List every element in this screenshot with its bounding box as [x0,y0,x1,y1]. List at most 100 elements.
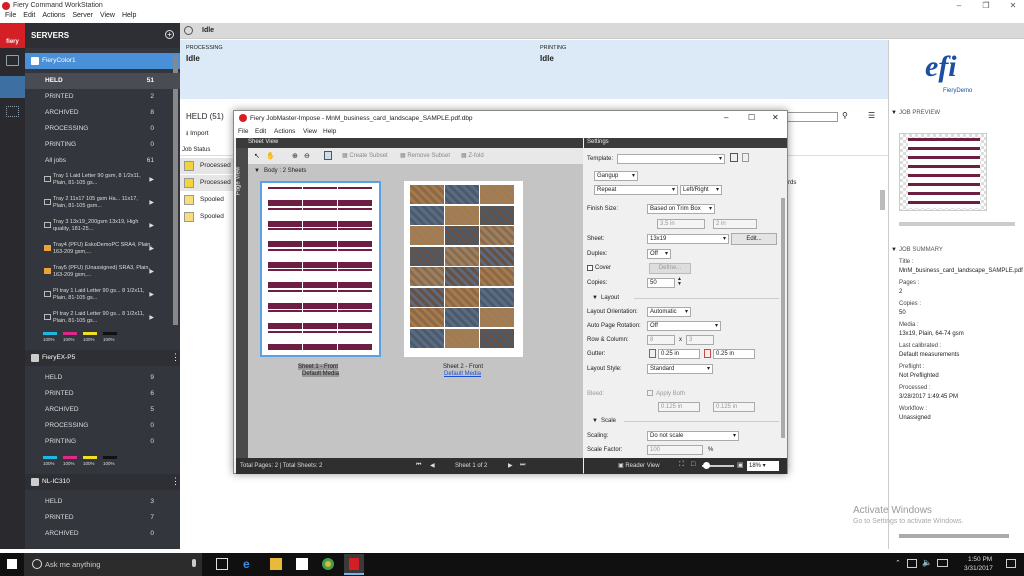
queue-archived[interactable]: ARCHIVED 5 [25,402,180,418]
volume-icon[interactable]: 🔈 [922,558,932,567]
hand-tool-icon[interactable]: ✋ [266,152,275,160]
leftright-select[interactable]: Left/Right [680,185,722,195]
keyboard-icon[interactable] [937,559,948,567]
last-sheet-button[interactable]: ⏭ [520,462,525,469]
zoom-select[interactable]: 18% ▾ [747,461,779,471]
zoom-slider-thumb[interactable] [703,462,710,469]
scale-toggle-icon[interactable]: ▼ [592,418,598,424]
home-icon[interactable] [6,55,19,66]
chevron-right-icon[interactable]: ▶ [149,199,154,206]
queue-held[interactable]: HELD 51 [25,73,180,89]
chevron-right-icon[interactable]: ▶ [149,314,154,321]
server-nl-ic310[interactable]: NL-IC310 ⋮ [25,474,180,490]
queue-held[interactable]: HELD 9 [25,370,180,386]
zoom-out-icon[interactable]: ⊖ [304,152,310,160]
queue-archived[interactable]: ARCHIVED 0 [25,526,180,542]
store-icon[interactable] [296,558,308,570]
windows-start-icon[interactable] [7,559,17,569]
tray-item[interactable]: Tray5 (PFU) (Unassigned) SRA3, Plain, 16… [25,262,180,284]
queue-held[interactable]: HELD 3 [25,494,180,510]
table-row[interactable]: Spooled [180,192,234,208]
queue-printed[interactable]: PRINTED 7 [25,510,180,526]
settings-scrollbar[interactable] [781,198,785,438]
zfold-button[interactable]: ▦ Z-fold [461,152,484,159]
server-fierycolor1[interactable]: FieryColor1 ⋮ [25,53,180,69]
gutter-h-input[interactable]: 0.25 in [658,349,700,359]
summary-scrollbar[interactable] [899,534,1009,538]
tray-item[interactable]: Tray4 (PFU) EskoDemoPC SRA4, Plain, 163-… [25,239,180,261]
duplex-select[interactable]: Off [647,249,671,259]
list-scrollbar[interactable] [880,190,885,210]
queue-archived[interactable]: ARCHIVED 8 [25,105,180,121]
more-icon[interactable]: ⋮ [171,476,180,487]
clock-date[interactable]: 3/31/2017 [964,565,993,572]
edit-sheet-button[interactable]: Edit... [731,233,777,245]
remove-subset-button[interactable]: ▦ Remove Subset [400,152,450,159]
sheet-select[interactable]: 13x19 [647,234,729,244]
edge-icon[interactable]: e [243,558,255,570]
apps-icon[interactable] [6,106,19,117]
delete-template-icon[interactable] [742,153,749,162]
more-icon[interactable]: ⋮ [171,352,180,363]
tray-item[interactable]: Tray 2 11x17 105 gsm Ha... 11x17, Plain,… [25,193,180,215]
chevron-right-icon[interactable]: ▶ [149,245,154,252]
menu-server[interactable]: Server [72,12,93,19]
jobs-center-icon[interactable] [0,76,25,98]
cover-checkbox[interactable] [587,265,593,271]
save-template-icon[interactable] [730,153,738,162]
dlg-menu-edit[interactable]: Edit [255,128,266,135]
sheet1-media-link[interactable]: Default Media [302,371,340,377]
copies-input[interactable]: 50 [647,278,675,288]
filter-icon[interactable]: ☰ [868,111,875,120]
menu-file[interactable]: File [5,12,16,19]
repeat-select[interactable]: Repeat [594,185,678,195]
queue-processing[interactable]: PROCESSING 0 [25,418,180,434]
dialog-close-button[interactable]: ✕ [772,113,779,122]
queue-printing[interactable]: PRINTING 0 [25,434,180,450]
queue-processing[interactable]: PROCESSING 0 [25,121,180,137]
prev-sheet-button[interactable]: ◀ [430,462,435,469]
task-view-icon[interactable] [216,558,228,570]
select-tool-icon[interactable]: ↖ [254,152,260,160]
tray-item[interactable]: PI tray 2 Laid Letter 90 gs... 8 1/2x11,… [25,308,180,330]
table-row[interactable]: Spooled [180,209,234,225]
menu-view[interactable]: View [100,12,115,19]
tray-item[interactable]: PI tray 1 Laid Letter 90 gs... 8 1/2x11,… [25,285,180,307]
orientation-select[interactable]: Automatic [647,307,691,317]
first-sheet-button[interactable]: ⏮ [416,462,421,469]
tray-chevron-icon[interactable]: ⌃ [895,559,901,567]
menu-actions[interactable]: Actions [42,12,65,19]
chrome-icon[interactable] [322,558,334,570]
table-row[interactable]: Processed [180,175,234,191]
finish-size-select[interactable]: Based on Trim Box [647,204,715,214]
clock-time[interactable]: 1:50 PM [968,556,992,563]
maximize-button[interactable]: ❐ [977,0,995,12]
rotation-select[interactable]: Off [647,321,721,331]
preview-toggle-icon[interactable]: ▼ [891,110,897,116]
file-explorer-icon[interactable] [270,558,282,570]
queue-printed[interactable]: PRINTED 6 [25,386,180,402]
zoom-out-small-icon[interactable]: □ [691,461,695,468]
queue-printing[interactable]: PRINTING 0 [25,137,180,153]
reader-view-button[interactable]: ▣ Reader View [618,462,660,469]
gangup-select[interactable]: Gangup [594,171,638,181]
create-subset-button[interactable]: ▦ Create Subset [342,152,388,159]
chevron-right-icon[interactable]: ▶ [149,222,154,229]
import-button[interactable]: ⭳ Import [186,129,209,140]
chevron-right-icon[interactable]: ▶ [149,176,154,183]
next-sheet-button[interactable]: ▶ [508,462,513,469]
network-icon[interactable] [907,559,917,568]
fit-icon[interactable]: ⛶ [679,461,684,469]
search-icon[interactable]: ⚲ [842,111,848,120]
sheet2-thumbnail[interactable] [404,181,523,357]
chevron-right-icon[interactable]: ▶ [149,268,154,275]
mic-icon[interactable] [192,559,196,567]
style-select[interactable]: Standard [647,364,713,374]
dlg-menu-view[interactable]: View [303,128,317,135]
add-server-icon[interactable]: + [165,30,174,39]
dlg-menu-file[interactable]: File [238,128,248,135]
tray-item[interactable]: Tray 3 13x19_200gsm 13x19, High quality,… [25,216,180,238]
dialog-minimize-button[interactable]: – [724,113,728,122]
template-select[interactable] [617,154,725,164]
cortana-search[interactable]: Ask me anything [24,553,202,576]
